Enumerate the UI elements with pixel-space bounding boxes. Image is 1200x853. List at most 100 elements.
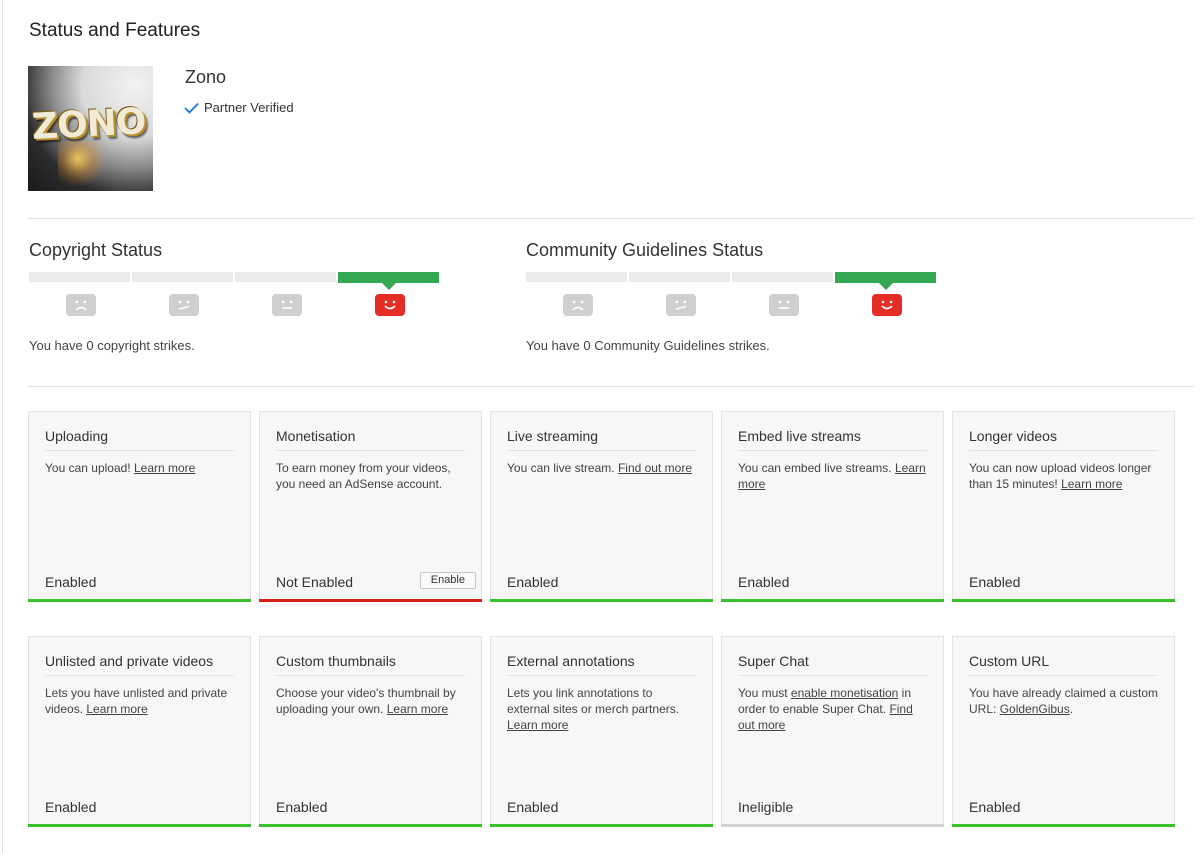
divider-middle [28,386,1194,387]
happy-face-icon [338,294,441,316]
card-description: Lets you link annotations to external si… [507,685,698,733]
status-bar-enabled [490,599,713,602]
card-live-streaming: Live streaming You can live stream. Find… [490,411,713,602]
card-description: Choose your video's thumbnail by uploadi… [276,685,467,717]
learn-more-link[interactable]: Learn more [1061,477,1122,491]
status-bar-not-enabled [259,599,482,602]
strike-bar-active [835,272,936,290]
card-title: Embed live streams [738,428,927,451]
card-text: . [1069,702,1074,716]
community-title: Community Guidelines Status [526,240,764,260]
learn-more-link[interactable]: Learn more [507,718,568,732]
community-strike-bars [526,272,936,290]
card-title: Super Chat [738,653,927,676]
card-state: Enabled [276,799,328,815]
custom-url-link[interactable]: GoldenGibus [1000,702,1070,716]
card-embed-live-streams: Embed live streams You can embed live st… [721,411,944,602]
card-monetisation: Monetisation To earn money from your vid… [259,411,482,602]
card-state: Not Enabled [276,574,354,590]
status-bar-enabled [952,824,1175,827]
copyright-title: Copyright Status [29,240,163,260]
status-bar-enabled [952,599,1175,602]
card-state: Enabled [969,574,1021,590]
card-title: Live streaming [507,428,696,451]
learn-more-link[interactable]: Learn more [86,702,147,716]
card-uploading: Uploading You can upload! Learn more Ena… [28,411,251,602]
card-description: You can live stream. Find out more [507,460,698,476]
card-title: Unlisted and private videos [45,653,234,676]
enable-monetisation-link[interactable]: enable monetisation [791,686,898,700]
card-state: Enabled [45,799,97,815]
learn-more-link[interactable]: Learn more [134,461,195,475]
strike-bar [526,272,627,282]
card-longer-videos: Longer videos You can now upload videos … [952,411,1175,602]
copyright-faces [29,294,441,316]
enable-monetisation-button[interactable]: Enable [419,572,476,589]
meh-face-icon [132,294,235,316]
community-strikes-text: You have 0 Community Guidelines strikes. [526,338,770,353]
divider-top [28,218,1194,219]
channel-name: Zono [185,67,227,87]
card-state: Enabled [45,574,97,590]
channel-avatar[interactable]: ZONO [28,66,153,191]
card-description: You can now upload videos longer than 15… [969,460,1160,492]
card-state: Enabled [507,574,559,590]
sad-face-icon [29,294,132,316]
card-text: You can embed live streams. [738,461,895,475]
learn-more-link[interactable]: Learn more [387,702,448,716]
avatar-sparks [58,141,108,186]
left-border [2,0,3,853]
card-title: Longer videos [969,428,1158,451]
strike-bar [235,272,336,282]
card-title: Custom URL [969,653,1158,676]
feature-cards: Uploading You can upload! Learn more Ena… [28,411,1178,827]
card-state: Enabled [969,799,1021,815]
card-state: Enabled [507,799,559,815]
sad-face-icon [526,294,629,316]
card-state: Enabled [738,574,790,590]
strike-bar [732,272,833,282]
find-out-more-link[interactable]: Find out more [618,461,692,475]
meh-face-icon [629,294,732,316]
page-title: Status and Features [29,20,201,41]
happy-face-icon [835,294,938,316]
card-unlisted-private-videos: Unlisted and private videos Lets you hav… [28,636,251,827]
card-text: You can upload! [45,461,134,475]
status-bar-enabled [28,824,251,827]
card-description: You can upload! Learn more [45,460,236,476]
copyright-status: Copyright Status You have 0 copyright st… [29,240,449,353]
card-super-chat: Super Chat You must enable monetisation … [721,636,944,827]
card-description: You can embed live streams. Learn more [738,460,929,492]
neutral-face-icon [732,294,835,316]
partner-label: Partner Verified [204,100,294,115]
card-description: Lets you have unlisted and private video… [45,685,236,717]
partner-badge: Partner Verified [184,100,294,115]
card-custom-url: Custom URL You have already claimed a cu… [952,636,1175,827]
strike-bar [132,272,233,282]
strike-bar-active [338,272,439,290]
copyright-strikes-text: You have 0 copyright strikes. [29,338,195,353]
status-bar-enabled [721,599,944,602]
card-custom-thumbnails: Custom thumbnails Choose your video's th… [259,636,482,827]
card-description: To earn money from your videos, you need… [276,461,451,491]
strike-bar [29,272,130,282]
community-faces [526,294,938,316]
card-title: Uploading [45,428,234,451]
check-icon [184,102,199,114]
copyright-strike-bars [29,272,439,290]
status-bar-enabled [28,599,251,602]
card-title: Custom thumbnails [276,653,465,676]
card-text: You can live stream. [507,461,618,475]
strike-bar [629,272,730,282]
card-external-annotations: External annotations Lets you link annot… [490,636,713,827]
card-text: Lets you link annotations to external si… [507,686,680,716]
status-bar-enabled [259,824,482,827]
card-text: You must [738,686,791,700]
channel-logo-text: ZONO [31,101,147,148]
card-description: You have already claimed a custom URL: G… [969,685,1160,717]
neutral-face-icon [235,294,338,316]
card-description: You must enable monetisation in order to… [738,685,929,733]
card-state: Ineligible [738,799,794,815]
card-title: Monetisation [276,428,465,451]
status-bar-ineligible [721,824,944,827]
